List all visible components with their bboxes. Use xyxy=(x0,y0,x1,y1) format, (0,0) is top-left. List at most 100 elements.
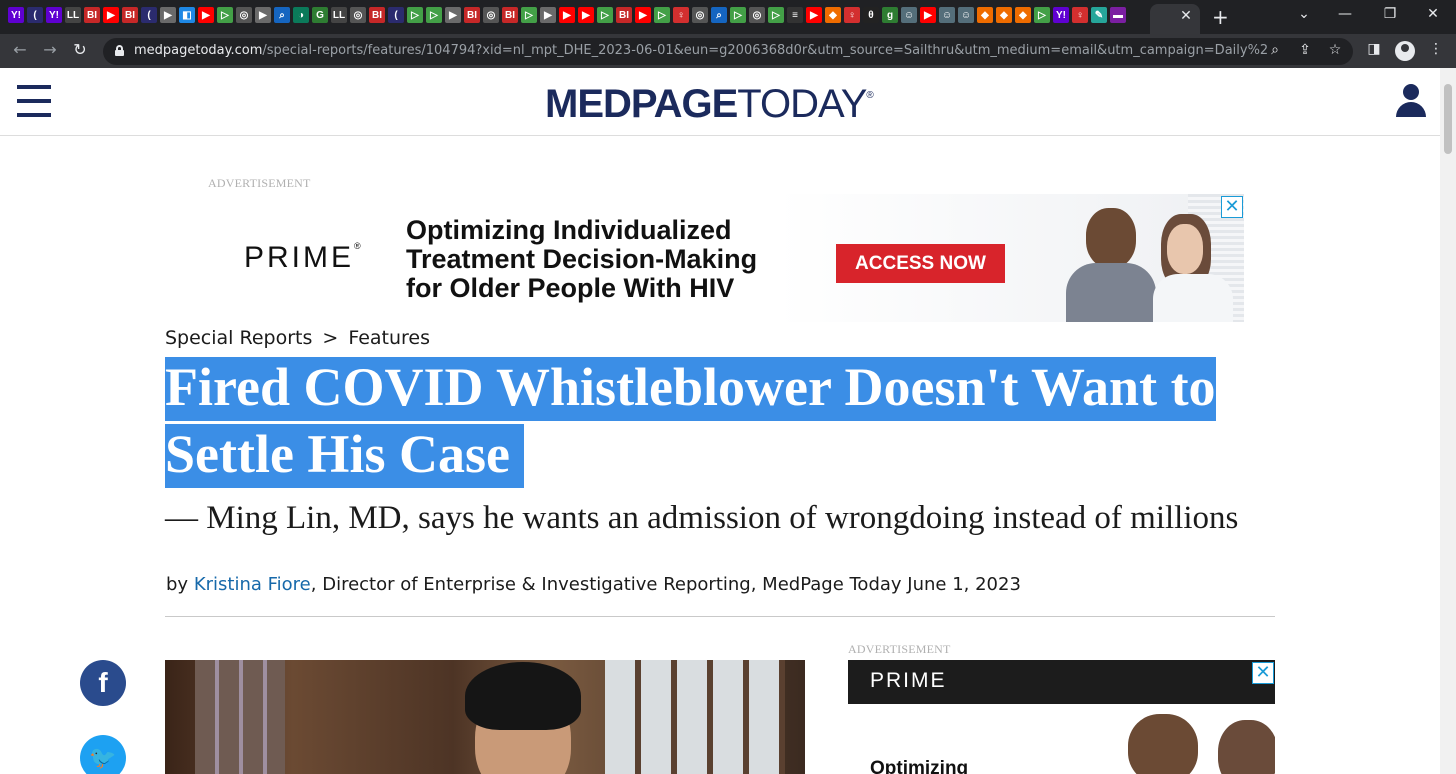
tab-favicon-icon[interactable]: ◆ xyxy=(825,7,841,23)
tab-favicon-icon[interactable]: ◎ xyxy=(350,7,366,23)
close-tab-icon[interactable]: ✕ xyxy=(1178,8,1194,24)
back-button[interactable]: ← xyxy=(10,40,30,59)
restore-button[interactable]: ❐ xyxy=(1375,6,1405,22)
minimize-button[interactable]: — xyxy=(1330,6,1360,22)
tab-favicon-icon[interactable]: Y! xyxy=(1053,7,1069,23)
tab-favicon-icon[interactable]: ▬ xyxy=(1110,7,1126,23)
tab-favicon-icon[interactable]: ⌕ xyxy=(711,7,727,23)
tab-favicon-icon[interactable]: ▶ xyxy=(103,7,119,23)
tab-favicon-icon[interactable]: ▶ xyxy=(635,7,651,23)
pinned-tab-icons: Y!(Y! LL BI ▶ BI(▶ ◧ ▶ ▷ ◎ ▶ ⌕ ◑ G LL ◎ BI(▷ ▷ ▶ BI ◎ BI ▷ ▶ ▶ ▶… xyxy=(8,7,1126,23)
reload-button[interactable]: ↻ xyxy=(70,40,90,59)
breadcrumb-special-reports[interactable]: Special Reports xyxy=(165,327,312,349)
address-bar[interactable]: medpagetoday.com/special-reports/feature… xyxy=(103,38,1353,65)
side-ad-label: ADVERTISEMENT xyxy=(848,642,951,656)
tab-favicon-icon[interactable]: ( xyxy=(141,7,157,23)
tab-favicon-icon[interactable]: ◎ xyxy=(236,7,252,23)
ad-label: ADVERTISEMENT xyxy=(208,176,311,190)
tab-favicon-icon[interactable]: ▷ xyxy=(521,7,537,23)
profile-avatar[interactable] xyxy=(1395,41,1415,61)
tab-favicon-icon[interactable]: BI xyxy=(84,7,100,23)
tab-favicon-icon[interactable]: ◎ xyxy=(483,7,499,23)
twitter-share-icon[interactable]: 🐦 xyxy=(80,735,126,774)
access-now-button[interactable]: ACCESS NOW xyxy=(836,244,1005,283)
web-page: MEDPAGETODAY® ADVERTISEMENT PRIME® Optim… xyxy=(0,68,1440,774)
tab-favicon-icon[interactable]: ◎ xyxy=(692,7,708,23)
photo-door-panel xyxy=(195,660,285,774)
tab-favicon-icon[interactable]: Y! xyxy=(46,7,62,23)
tab-favicon-icon[interactable]: ◆ xyxy=(1015,7,1031,23)
tab-favicon-icon[interactable]: ▶ xyxy=(198,7,214,23)
tab-favicon-icon[interactable]: ◎ xyxy=(749,7,765,23)
tab-favicon-icon[interactable]: ( xyxy=(388,7,404,23)
hamburger-menu-icon[interactable] xyxy=(17,85,51,119)
tab-favicon-icon[interactable]: ✎ xyxy=(1091,7,1107,23)
tab-favicon-icon[interactable]: ▶ xyxy=(578,7,594,23)
selected-headline-text[interactable]: Fired COVID Whistleblower Doesn't Want t… xyxy=(165,357,1216,488)
user-account-icon[interactable] xyxy=(1395,84,1427,120)
tab-favicon-icon[interactable]: ♀ xyxy=(844,7,860,23)
banner-ad[interactable]: PRIME® Optimizing Individualized Treatme… xyxy=(208,194,1244,322)
side-panel-icon[interactable]: ◨ xyxy=(1364,41,1384,57)
facebook-share-icon[interactable]: f xyxy=(80,660,126,706)
tab-favicon-icon[interactable]: ▷ xyxy=(407,7,423,23)
side-ad-close-icon[interactable]: ✕ xyxy=(1252,662,1274,684)
tab-favicon-icon[interactable]: ◆ xyxy=(996,7,1012,23)
zoom-icon[interactable]: ⌕ xyxy=(1266,42,1284,58)
tab-favicon-icon[interactable]: BI xyxy=(502,7,518,23)
tab-favicon-icon[interactable]: ▶ xyxy=(255,7,271,23)
tab-favicon-icon[interactable]: ▶ xyxy=(445,7,461,23)
tab-favicon-icon[interactable]: ≡ xyxy=(787,7,803,23)
author-link[interactable]: Kristina Fiore xyxy=(194,574,311,595)
tab-favicon-icon[interactable]: ▶ xyxy=(920,7,936,23)
tab-favicon-icon[interactable]: θ xyxy=(863,7,879,23)
tab-favicon-icon[interactable]: G xyxy=(312,7,328,23)
tab-favicon-icon[interactable]: ♀ xyxy=(673,7,689,23)
tab-favicon-icon[interactable]: ◧ xyxy=(179,7,195,23)
page-scrollbar[interactable] xyxy=(1440,68,1456,774)
tab-favicon-icon[interactable]: ⌕ xyxy=(274,7,290,23)
tab-favicon-icon[interactable]: BI xyxy=(122,7,138,23)
browser-menu-icon[interactable]: ⋮ xyxy=(1426,41,1446,57)
forward-button[interactable]: → xyxy=(40,40,60,59)
tab-favicon-icon[interactable]: ▶ xyxy=(559,7,575,23)
tab-favicon-icon[interactable]: ☺ xyxy=(901,7,917,23)
tab-favicon-icon[interactable]: ◑ xyxy=(293,7,309,23)
tab-favicon-icon[interactable]: ▷ xyxy=(217,7,233,23)
tab-favicon-icon[interactable]: ▷ xyxy=(597,7,613,23)
tab-favicon-icon[interactable]: LL xyxy=(65,7,81,23)
tab-favicon-icon[interactable]: ▷ xyxy=(1034,7,1050,23)
breadcrumb: Special Reports > Features xyxy=(165,327,430,349)
tab-favicon-icon[interactable]: ▷ xyxy=(730,7,746,23)
tab-favicon-icon[interactable]: Y! xyxy=(8,7,24,23)
tab-favicon-icon[interactable]: ▷ xyxy=(426,7,442,23)
breadcrumb-features[interactable]: Features xyxy=(348,327,430,349)
site-logo[interactable]: MEDPAGETODAY® xyxy=(545,82,874,127)
tab-favicon-icon[interactable]: ▶ xyxy=(540,7,556,23)
tab-favicon-icon[interactable]: g xyxy=(882,7,898,23)
tab-favicon-icon[interactable]: ☺ xyxy=(939,7,955,23)
share-icon[interactable]: ⇪ xyxy=(1296,42,1314,58)
tab-favicon-icon[interactable]: ♀ xyxy=(1072,7,1088,23)
tab-favicon-icon[interactable]: BI xyxy=(464,7,480,23)
tab-favicon-icon[interactable]: ▷ xyxy=(654,7,670,23)
tab-favicon-icon[interactable]: ▶ xyxy=(160,7,176,23)
new-tab-button[interactable]: + xyxy=(1212,5,1229,29)
close-window-button[interactable]: ✕ xyxy=(1418,6,1448,22)
lock-icon[interactable] xyxy=(115,45,124,56)
scrollbar-thumb[interactable] xyxy=(1444,84,1452,154)
ad-close-icon[interactable]: ✕ xyxy=(1221,196,1243,218)
tab-favicon-icon[interactable]: ☺ xyxy=(958,7,974,23)
tab-favicon-icon[interactable]: ▷ xyxy=(768,7,784,23)
side-ad[interactable]: PRIME Optimizing ✕ xyxy=(848,660,1275,774)
bookmark-star-icon[interactable]: ☆ xyxy=(1326,42,1344,58)
url-text[interactable]: medpagetoday.com/special-reports/feature… xyxy=(134,43,1269,58)
tab-favicon-icon[interactable]: ( xyxy=(27,7,43,23)
tab-favicon-icon[interactable]: ◆ xyxy=(977,7,993,23)
tab-search-chevron-icon[interactable]: ⌄ xyxy=(1289,6,1319,22)
article-headline: Fired COVID Whistleblower Doesn't Want t… xyxy=(165,354,1275,488)
tab-favicon-icon[interactable]: LL xyxy=(331,7,347,23)
tab-favicon-icon[interactable]: BI xyxy=(369,7,385,23)
tab-favicon-icon[interactable]: ▶ xyxy=(806,7,822,23)
tab-favicon-icon[interactable]: BI xyxy=(616,7,632,23)
